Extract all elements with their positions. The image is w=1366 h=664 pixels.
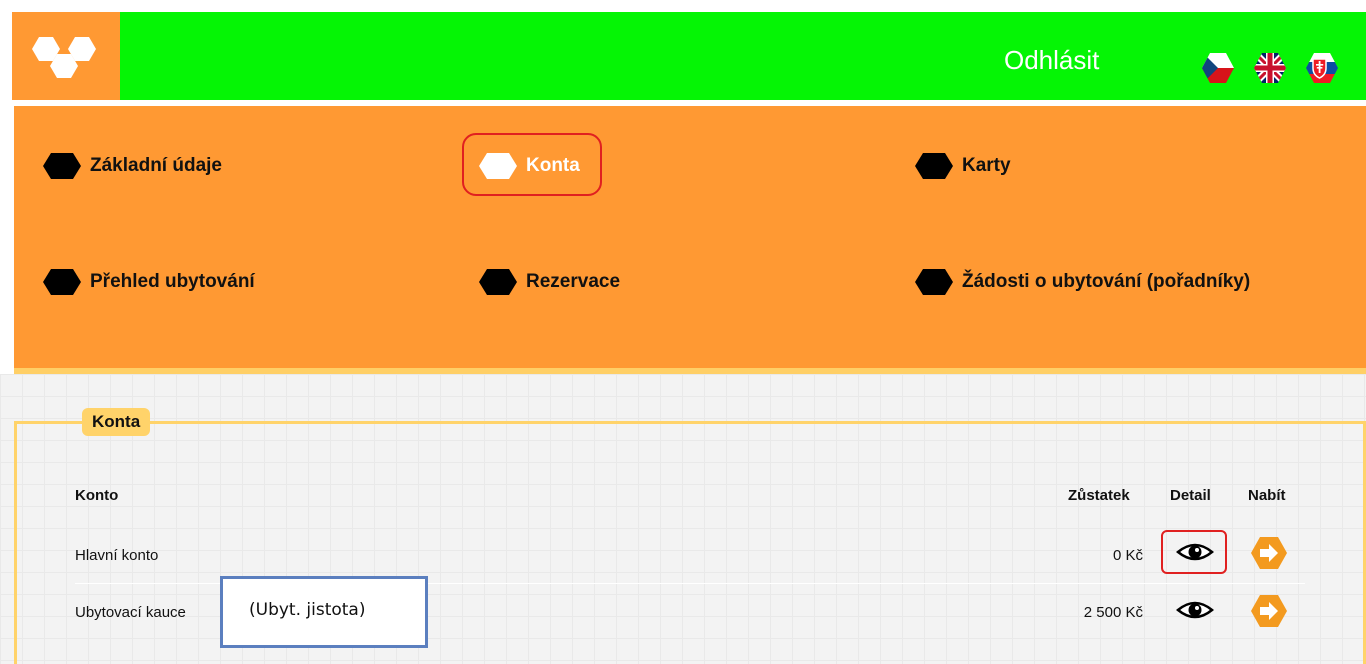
hexagon-bullet-icon <box>915 153 953 179</box>
nav-item-label: Přehled ubytování <box>90 271 255 292</box>
hexagon-bullet-icon <box>479 153 517 179</box>
account-balance: 0 Kč <box>1112 547 1143 564</box>
hexagon-bullet-icon <box>43 269 81 295</box>
column-header-charge: Nabít <box>1248 487 1286 504</box>
account-name: Ubytovací kauce <box>75 604 186 621</box>
uk-flag-icon[interactable] <box>1252 50 1288 86</box>
nav-item-reservations[interactable]: Rezervace <box>478 268 620 296</box>
top-header: Odhlásit <box>12 12 1366 100</box>
accounts-legend: Konta <box>82 408 151 436</box>
column-header-balance: Zůstatek <box>1068 487 1130 504</box>
nav-item-label: Základní údaje <box>90 155 222 176</box>
nav-item-label: Konta <box>526 155 580 176</box>
czech-flag-icon[interactable] <box>1200 50 1236 86</box>
annotation-note: (Ubyt. jistota) <box>220 576 428 648</box>
hexagon-bullet-icon <box>479 269 517 295</box>
nav-item-label: Rezervace <box>526 271 621 292</box>
nav-item-accounts[interactable]: Konta <box>478 152 580 180</box>
slovak-flag-icon[interactable] <box>1304 50 1340 86</box>
logout-link[interactable]: Odhlásit <box>1004 45 1099 76</box>
account-name: Hlavní konto <box>75 547 159 564</box>
nav-item-label: Karty <box>962 155 1011 176</box>
account-balance: 2 500 Kč <box>1083 604 1143 621</box>
hexagon-bullet-icon <box>43 153 81 179</box>
nav-item-label: Žádosti o ubytování (pořadníky) <box>962 271 1251 292</box>
nav-item-cards[interactable]: Karty <box>914 152 1011 180</box>
arrow-right-icon[interactable] <box>1250 593 1288 629</box>
logo[interactable] <box>12 12 120 100</box>
hexagon-logo-icon <box>32 37 96 78</box>
arrow-right-icon[interactable] <box>1250 535 1288 571</box>
nav-item-basic-info[interactable]: Základní údaje <box>42 152 222 180</box>
hexagon-bullet-icon <box>915 269 953 295</box>
main-navigation <box>14 106 1366 368</box>
column-header-detail: Detail <box>1170 487 1211 504</box>
nav-item-accommodation-requests[interactable]: Žádosti o ubytování (pořadníky) <box>914 268 1250 296</box>
column-header-account: Konto <box>75 487 119 504</box>
nav-item-accommodation-overview[interactable]: Přehled ubytování <box>42 268 255 296</box>
eye-icon[interactable] <box>1175 537 1215 567</box>
eye-icon[interactable] <box>1175 595 1215 625</box>
